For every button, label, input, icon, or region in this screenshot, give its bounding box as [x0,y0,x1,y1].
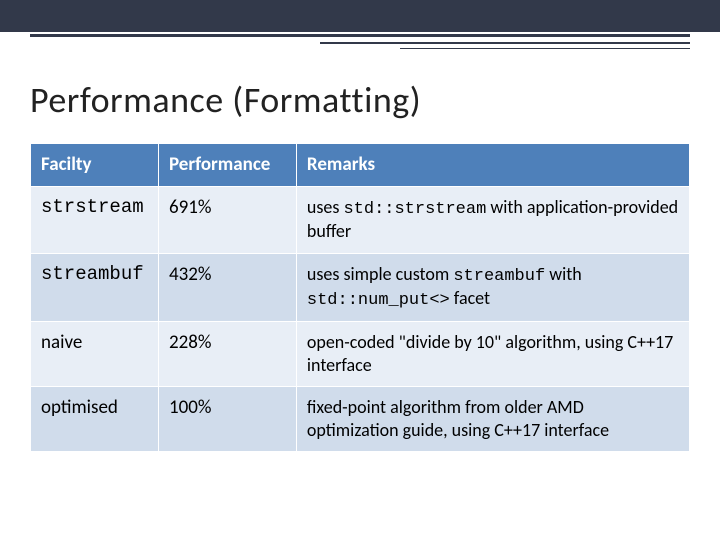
header-facility: Facilty [31,144,159,187]
slide: Performance (Formatting) Facilty Perform… [0,0,720,540]
cell-facility: strstream [31,187,159,254]
accent-line-2 [320,42,690,44]
table-row: naive 228% open-coded "divide by 10" alg… [31,322,690,387]
remarks-text: uses [307,196,344,218]
accent-line-3 [400,48,690,49]
cell-performance: 432% [158,253,296,322]
cell-facility: optimised [31,387,159,452]
remarks-text: open-coded "divide by 10" algorithm, usi… [307,331,673,376]
cell-performance: 100% [158,387,296,452]
accent-lines [0,34,720,64]
remarks-code: std::strstream [343,200,486,219]
cell-remarks: uses simple custom streambuf with std::n… [296,253,689,322]
cell-facility: naive [31,322,159,387]
cell-performance: 691% [158,187,296,254]
cell-remarks: uses std::strstream with application-pro… [296,187,689,254]
remarks-text: facet [450,287,490,309]
page-title: Performance (Formatting) [30,78,421,122]
remarks-text: uses simple custom [307,263,453,285]
header-remarks: Remarks [296,144,689,187]
cell-remarks: open-coded "divide by 10" algorithm, usi… [296,322,689,387]
remarks-code: streambuf [453,267,545,286]
table-row: strstream 691% uses std::strstream with … [31,187,690,254]
table-header-row: Facilty Performance Remarks [31,144,690,187]
cell-performance: 228% [158,322,296,387]
top-band [0,0,720,32]
performance-table: Facilty Performance Remarks strstream 69… [30,143,690,452]
table-row: optimised 100% fixed-point algorithm fro… [31,387,690,452]
header-performance: Performance [158,144,296,187]
remarks-text: fixed-point algorithm from older AMD opt… [307,396,609,441]
remarks-code: std::num_put<> [307,291,450,310]
accent-line-1 [30,34,690,37]
remarks-text: with [545,263,582,285]
cell-remarks: fixed-point algorithm from older AMD opt… [296,387,689,452]
cell-facility: streambuf [31,253,159,322]
table-row: streambuf 432% uses simple custom stream… [31,253,690,322]
